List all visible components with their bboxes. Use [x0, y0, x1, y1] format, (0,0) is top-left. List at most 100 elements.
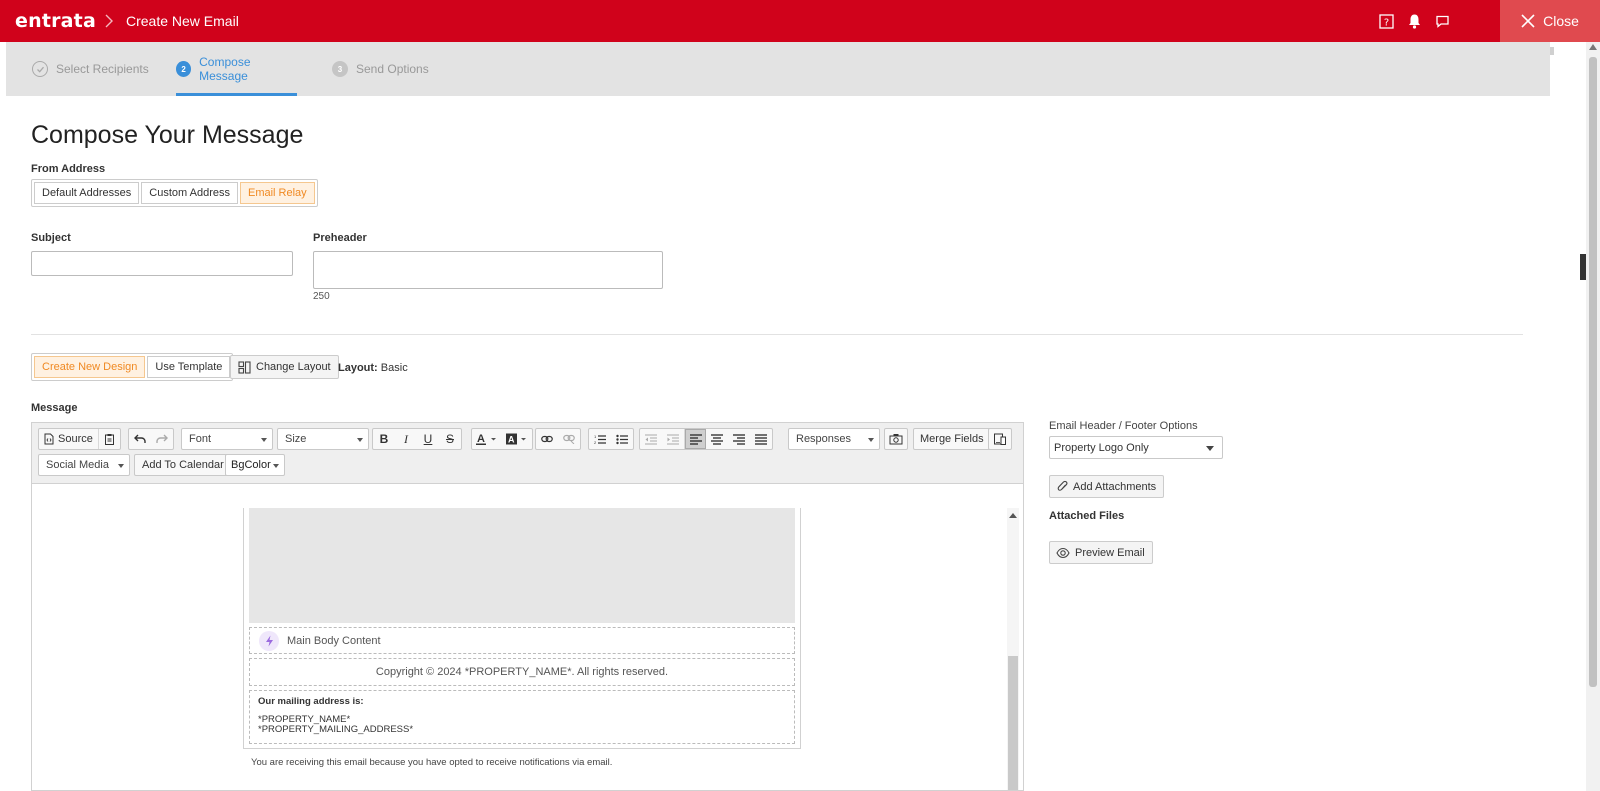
- indent-button[interactable]: [662, 429, 684, 449]
- from-address-toggle: Default Addresses Custom Address Email R…: [31, 179, 318, 207]
- align-right-icon: [733, 433, 745, 445]
- background-color-icon: A: [506, 433, 526, 445]
- font-select[interactable]: Font: [181, 428, 273, 450]
- header-footer-label: Email Header / Footer Options: [1049, 420, 1198, 432]
- italic-button[interactable]: I: [395, 429, 417, 449]
- step-label: Select Recipients: [56, 62, 149, 76]
- editor-scrollbar[interactable]: [1007, 508, 1019, 790]
- size-select[interactable]: Size: [277, 428, 369, 450]
- link-group: [535, 428, 581, 450]
- unlink-button[interactable]: [558, 429, 580, 449]
- strikethrough-button[interactable]: S: [439, 429, 461, 449]
- from-default-addresses[interactable]: Default Addresses: [34, 182, 140, 204]
- add-attachments-label: Add Attachments: [1073, 480, 1157, 493]
- chevron-down-icon: [357, 438, 363, 442]
- email-template: Main Body Content Copyright © 2024 *PROP…: [243, 508, 801, 749]
- outdent-icon: [645, 434, 657, 444]
- mobile-preview-button[interactable]: [989, 429, 1011, 449]
- header-footer-select[interactable]: Property Logo Only: [1049, 436, 1223, 459]
- step-send-options[interactable]: 3 Send Options: [332, 42, 429, 96]
- page-scrollbar[interactable]: [1586, 42, 1600, 791]
- bulleted-list-icon: [616, 434, 628, 444]
- svg-text:?: ?: [1383, 17, 1388, 28]
- page-name: Create New Email: [126, 13, 239, 29]
- chat-icon[interactable]: [1434, 13, 1450, 29]
- align-right-button[interactable]: [728, 429, 750, 449]
- eye-icon: [1056, 547, 1070, 558]
- step-compose-message[interactable]: 2 Compose Message: [176, 42, 297, 96]
- section-divider: [31, 334, 1523, 335]
- help-icon[interactable]: ?: [1378, 13, 1394, 29]
- change-layout-button[interactable]: Change Layout: [230, 355, 339, 379]
- source-label: Source: [58, 433, 93, 445]
- svg-text:2: 2: [594, 440, 597, 445]
- close-button[interactable]: Close: [1500, 0, 1600, 42]
- paste-button[interactable]: [97, 429, 120, 449]
- undo-icon: [134, 434, 146, 443]
- layout-label: Layout:: [338, 362, 378, 374]
- chevron-down-icon: [868, 438, 874, 442]
- add-attachments-button[interactable]: Add Attachments: [1049, 475, 1165, 498]
- main-body-block[interactable]: Main Body Content: [249, 627, 795, 654]
- mobile-preview-group: [988, 428, 1012, 450]
- source-icon: [44, 433, 54, 445]
- step-label: Send Options: [356, 62, 429, 76]
- step-select-recipients[interactable]: Select Recipients: [32, 42, 149, 96]
- message-editor: Source Font Size B I U S A A 1 2 Respons…: [31, 422, 1024, 791]
- preheader-char-count: 250: [313, 291, 330, 302]
- use-template-option[interactable]: Use Template: [147, 356, 231, 378]
- merge-fields-button[interactable]: Merge Fields: [920, 433, 984, 445]
- social-media-select[interactable]: Social Media: [38, 454, 130, 476]
- add-to-calendar-button[interactable]: Add To Calendar: [142, 459, 224, 471]
- redo-icon: [156, 434, 168, 443]
- chevron-down-icon: [273, 464, 279, 468]
- bulleted-list-button[interactable]: [611, 429, 633, 449]
- scroll-up-icon[interactable]: [1589, 44, 1597, 50]
- align-left-button[interactable]: [684, 429, 706, 449]
- insert-image-button[interactable]: [885, 429, 907, 449]
- align-center-button[interactable]: [706, 429, 728, 449]
- bg-color-button[interactable]: A: [502, 429, 532, 449]
- list-group: 12: [588, 428, 634, 450]
- editor-content-area[interactable]: Main Body Content Copyright © 2024 *PROP…: [32, 485, 1023, 790]
- merge-fields-group: Merge Fields: [913, 428, 991, 450]
- svg-text:A: A: [508, 435, 515, 445]
- undo-button[interactable]: [129, 429, 151, 449]
- subject-input[interactable]: [31, 251, 293, 276]
- step-number: 3: [332, 61, 348, 77]
- entrata-logo[interactable]: entrata: [15, 10, 96, 32]
- header-image-placeholder[interactable]: [249, 508, 795, 623]
- from-email-relay[interactable]: Email Relay: [239, 182, 315, 204]
- mailing-address-block[interactable]: Our mailing address is: *PROPERTY_NAME* …: [249, 690, 795, 744]
- editor-scroll-thumb[interactable]: [1008, 656, 1018, 790]
- copyright-block[interactable]: Copyright © 2024 *PROPERTY_NAME*. All ri…: [249, 658, 795, 686]
- responses-select[interactable]: Responses: [788, 428, 880, 450]
- scroll-up-icon[interactable]: [1009, 513, 1017, 518]
- text-color-button[interactable]: A: [472, 429, 502, 449]
- top-icons: ?: [1378, 0, 1450, 42]
- create-new-design-option[interactable]: Create New Design: [34, 356, 146, 378]
- bgcolor-select[interactable]: BgColor: [225, 454, 285, 476]
- unlink-icon: [563, 434, 575, 444]
- source-button[interactable]: Source: [39, 429, 98, 449]
- size-select-label: Size: [285, 433, 307, 445]
- from-custom-address[interactable]: Custom Address: [141, 182, 238, 204]
- responses-label: Responses: [796, 433, 852, 445]
- preheader-input[interactable]: [313, 251, 663, 289]
- link-button[interactable]: [536, 429, 558, 449]
- numbered-list-button[interactable]: 12: [589, 429, 611, 449]
- preview-email-button[interactable]: Preview Email: [1049, 541, 1153, 564]
- text-color-icon: A: [476, 433, 496, 445]
- underline-button[interactable]: U: [417, 429, 439, 449]
- design-toggle: Create New Design Use Template: [31, 353, 234, 381]
- scroll-thumb[interactable]: [1589, 57, 1597, 687]
- mailing-heading: Our mailing address is:: [258, 696, 364, 707]
- bolt-icon: [259, 630, 279, 651]
- indent-align-group: [639, 428, 773, 450]
- subject-label: Subject: [31, 232, 71, 244]
- redo-button[interactable]: [151, 429, 173, 449]
- justify-button[interactable]: [750, 429, 772, 449]
- bell-icon[interactable]: [1406, 13, 1422, 29]
- outdent-button[interactable]: [640, 429, 662, 449]
- bold-button[interactable]: B: [373, 429, 395, 449]
